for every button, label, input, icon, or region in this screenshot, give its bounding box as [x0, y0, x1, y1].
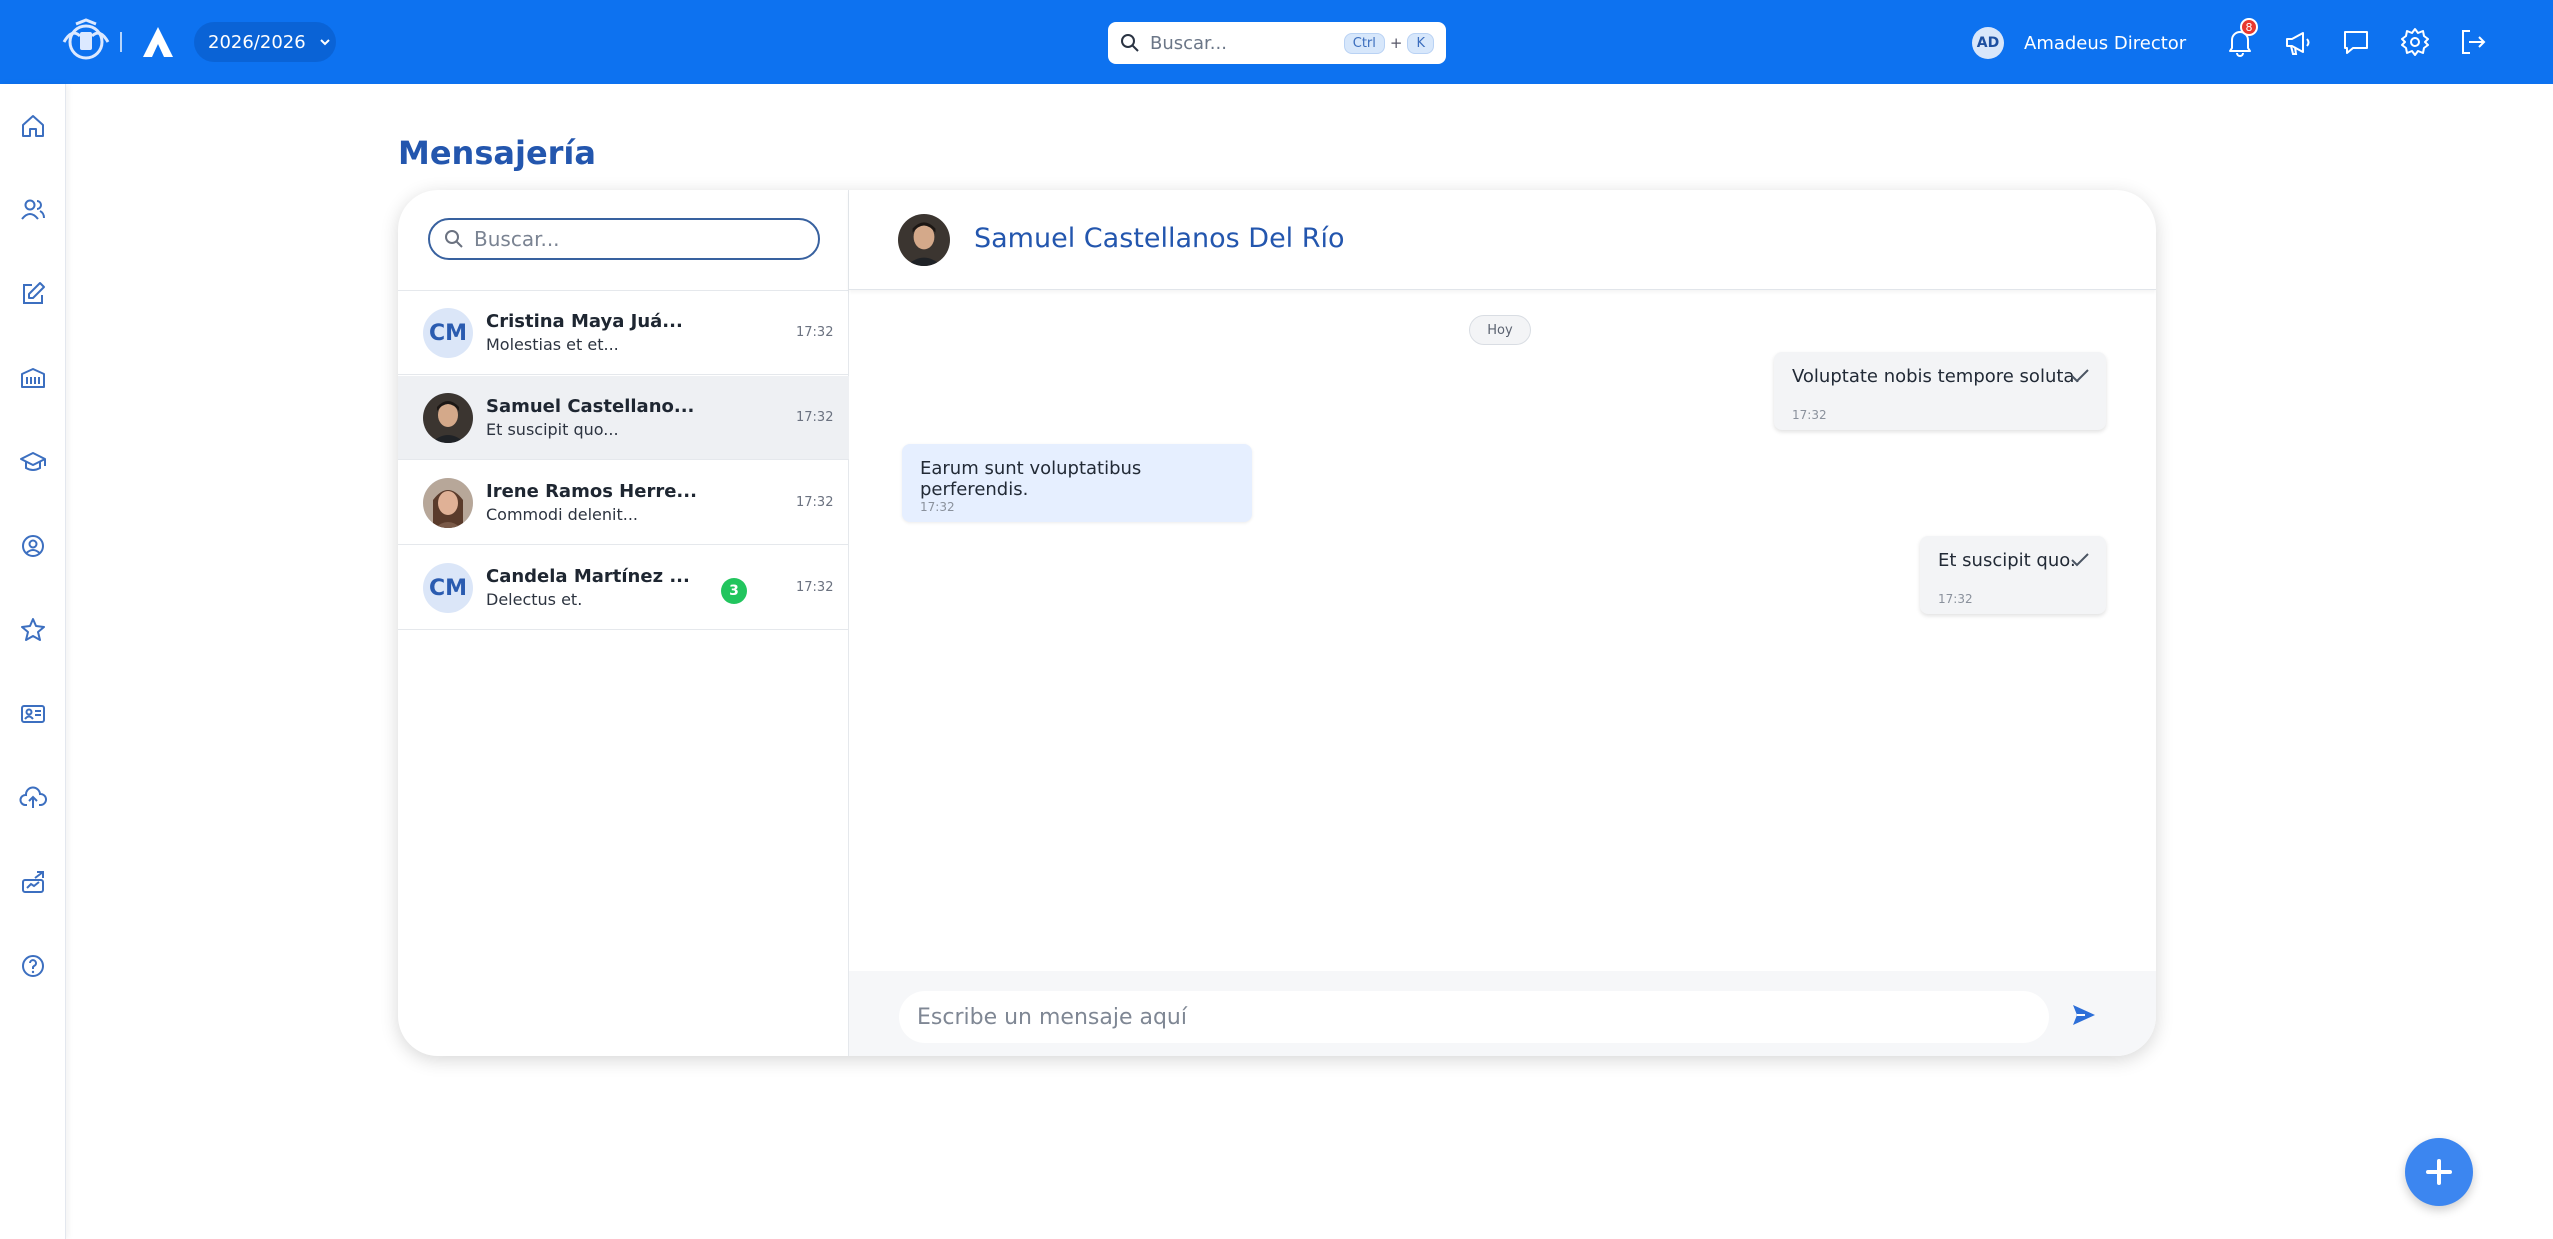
- page-title: Mensajería: [398, 134, 596, 172]
- conversation-item-active[interactable]: Samuel Castellano... Et suscipit quo... …: [398, 376, 849, 460]
- global-search-input[interactable]: Buscar...: [1150, 33, 1344, 54]
- message-time: 17:32: [1792, 408, 1827, 422]
- message-time: 17:32: [796, 325, 834, 340]
- contact-avatar: CM: [423, 563, 473, 613]
- shortcut-k-key: K: [1407, 32, 1434, 54]
- message-bubble-outgoing: Voluptate nobis tempore soluta. 17:32: [1774, 352, 2106, 430]
- person-photo-icon: [423, 478, 473, 528]
- conversation-search[interactable]: Buscar...: [428, 218, 820, 260]
- contact-avatar-photo: [423, 478, 473, 528]
- help-icon[interactable]: [19, 952, 47, 980]
- conversation-search-input[interactable]: Buscar...: [474, 227, 560, 251]
- message-preview: Commodi delenit...: [486, 505, 639, 524]
- message-preview: Molestias et et...: [486, 335, 619, 354]
- search-icon: [1121, 34, 1139, 52]
- person-photo-icon: [898, 214, 950, 266]
- school-icon[interactable]: [19, 364, 47, 392]
- message-bubble-outgoing: Et suscipit quo. 17:32: [1920, 536, 2106, 614]
- contact-name: Cristina Maya Juá...: [486, 311, 683, 332]
- contact-name: Irene Ramos Herre...: [486, 481, 697, 502]
- star-icon[interactable]: [19, 616, 47, 644]
- edit-icon[interactable]: [19, 280, 47, 308]
- message-composer: Escribe un mensaje aquí: [849, 971, 2156, 1056]
- check-icon: [2071, 369, 2089, 383]
- date-separator: Hoy: [1469, 315, 1531, 345]
- logout-icon[interactable]: [2456, 25, 2490, 59]
- message-bubble-incoming: Earum sunt voluptatibus perferendis. 17:…: [902, 444, 1252, 522]
- home-icon[interactable]: [19, 112, 47, 140]
- conversation-item[interactable]: CM Cristina Maya Juá... Molestias et et.…: [398, 291, 849, 375]
- message-icon[interactable]: [2339, 25, 2373, 59]
- send-icon[interactable]: [2071, 1003, 2097, 1027]
- message-time: 17:32: [796, 580, 834, 595]
- message-time: 17:32: [796, 410, 834, 425]
- chat-header: Samuel Castellanos Del Río: [849, 190, 2156, 290]
- check-icon: [2071, 553, 2089, 567]
- new-message-button[interactable]: [2405, 1138, 2473, 1206]
- graduation-cap-icon[interactable]: [19, 448, 47, 476]
- message-preview: Et suscipit quo...: [486, 420, 619, 439]
- notification-badge: 8: [2240, 18, 2258, 36]
- plus-icon: [2426, 1159, 2452, 1185]
- chat-contact-avatar[interactable]: [898, 214, 950, 266]
- message-input[interactable]: Escribe un mensaje aquí: [899, 991, 2049, 1043]
- message-text: Voluptate nobis tempore soluta.: [1792, 366, 2081, 387]
- contact-name: Samuel Castellano...: [486, 396, 695, 417]
- school-year-select[interactable]: 2026/2026: [194, 22, 336, 62]
- megaphone-icon[interactable]: [2281, 25, 2315, 59]
- sidebar: [0, 84, 66, 1239]
- message-preview: Delectus et.: [486, 590, 583, 609]
- shortcut-plus: +: [1389, 34, 1403, 52]
- chat-messages: Hoy Voluptate nobis tempore soluta. 17:3…: [849, 291, 2156, 971]
- gear-icon[interactable]: [2398, 25, 2432, 59]
- contact-avatar: CM: [423, 308, 473, 358]
- institution-crest-icon[interactable]: [58, 18, 114, 66]
- chat-contact-name: Samuel Castellanos Del Río: [974, 223, 1345, 254]
- message-text: Earum sunt voluptatibus perferendis.: [920, 458, 1142, 500]
- id-card-icon[interactable]: [19, 700, 47, 728]
- users-icon[interactable]: [19, 196, 47, 224]
- top-bar: 2026/2026 Buscar... Ctrl + K AD Amadeus …: [0, 0, 2553, 84]
- unread-count-badge: 3: [721, 578, 747, 604]
- conversation-item[interactable]: CM Candela Martínez ... Delectus et. 3 1…: [398, 546, 849, 630]
- message-time: 17:32: [1938, 592, 1973, 606]
- school-year-value: 2026/2026: [208, 31, 306, 53]
- contact-name: Candela Martínez ...: [486, 566, 690, 587]
- message-time: 17:32: [920, 500, 955, 514]
- user-circle-icon[interactable]: [19, 532, 47, 560]
- analytics-icon[interactable]: [19, 868, 47, 896]
- message-text: Et suscipit quo.: [1938, 550, 2076, 571]
- contact-avatar-photo: [423, 393, 473, 443]
- chevron-down-icon: [319, 39, 330, 46]
- conversation-list-panel: Buscar... CM Cristina Maya Juá... Molest…: [398, 190, 849, 1056]
- message-time: 17:32: [796, 495, 834, 510]
- messaging-card: Buscar... CM Cristina Maya Juá... Molest…: [398, 190, 2156, 1056]
- global-search[interactable]: Buscar... Ctrl + K: [1108, 22, 1446, 64]
- cloud-upload-icon[interactable]: [19, 784, 47, 812]
- shortcut-ctrl-key: Ctrl: [1343, 32, 1385, 54]
- app-logo-icon[interactable]: [140, 24, 176, 60]
- user-menu[interactable]: AD Amadeus Director: [1972, 26, 2186, 60]
- search-icon: [445, 230, 463, 248]
- user-avatar: AD: [1972, 27, 2004, 59]
- person-photo-icon: [423, 393, 473, 443]
- conversation-item[interactable]: Irene Ramos Herre... Commodi delenit... …: [398, 461, 849, 545]
- user-name: Amadeus Director: [2024, 32, 2187, 54]
- logo-divider: [120, 32, 122, 52]
